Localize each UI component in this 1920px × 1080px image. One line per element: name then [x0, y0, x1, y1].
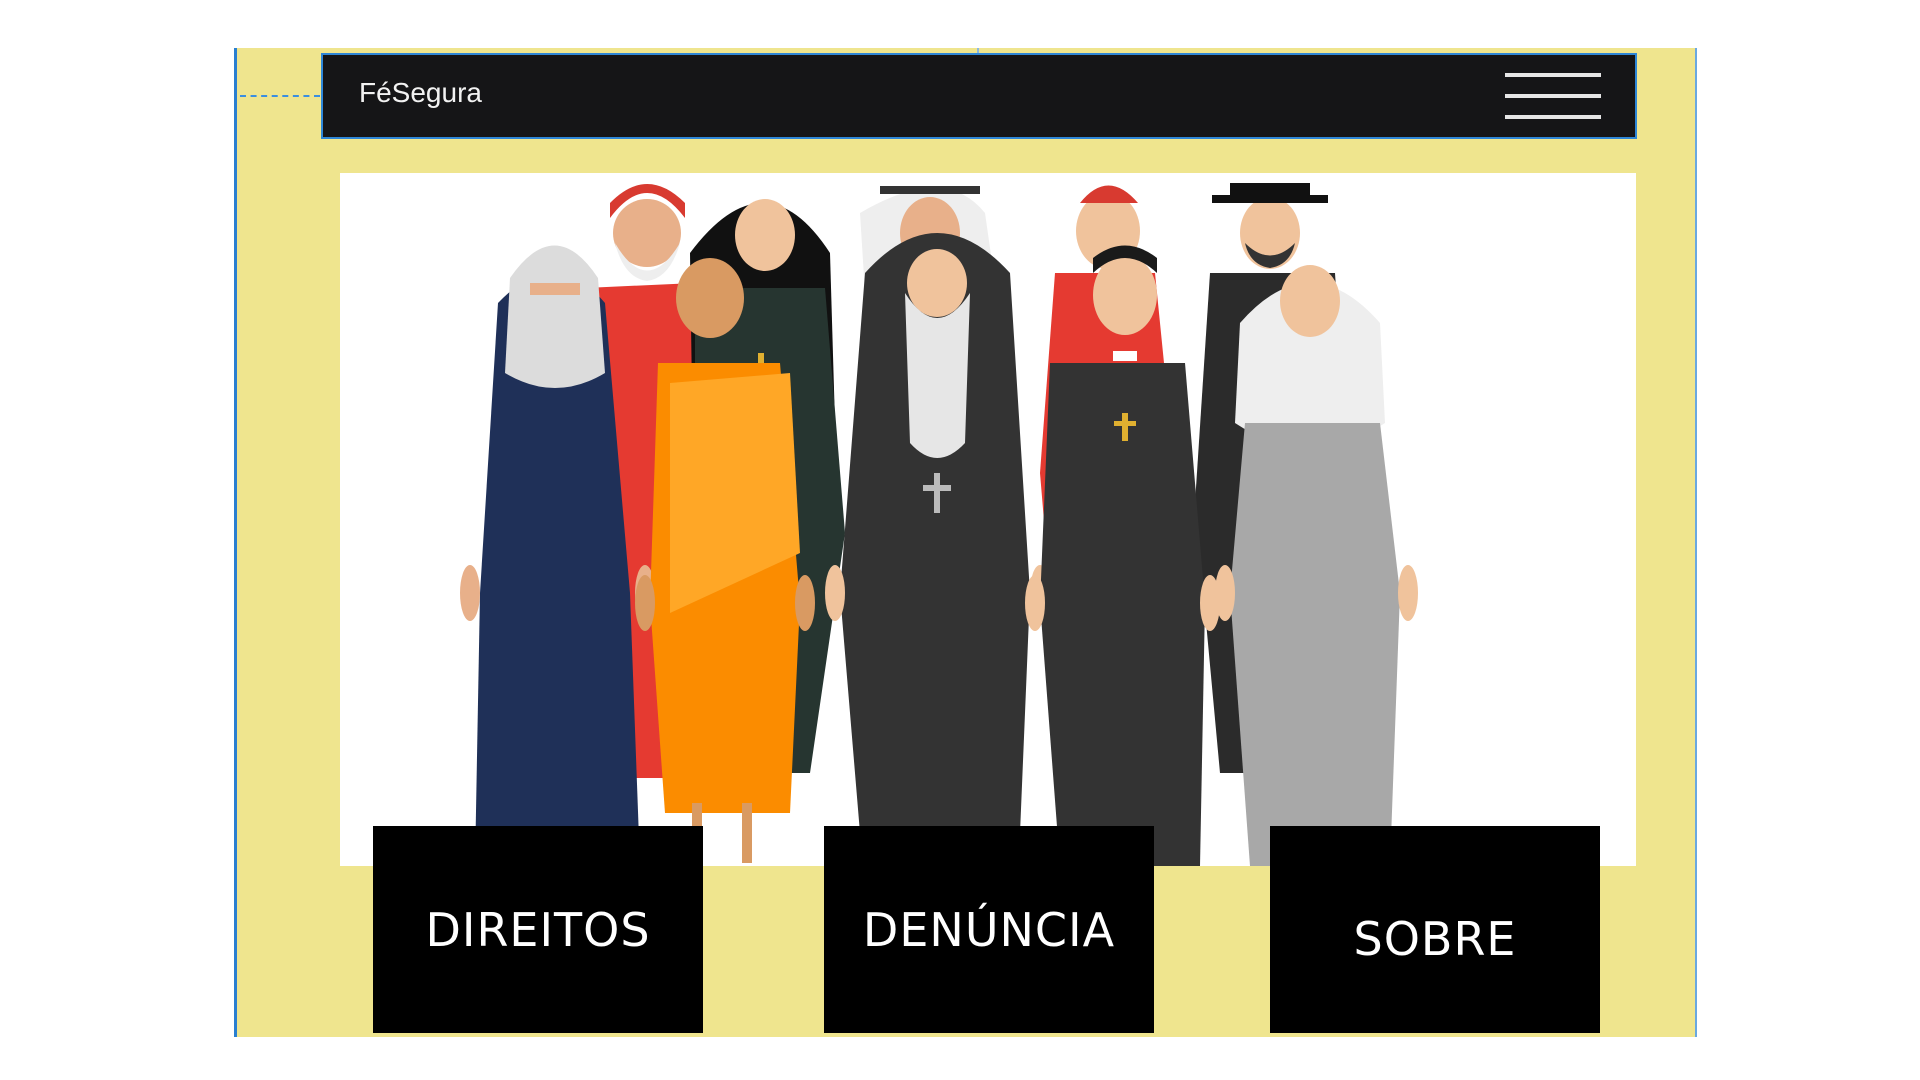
layout-guide	[240, 95, 320, 97]
religious-people-group-illustration	[460, 183, 1418, 866]
navbar: FéSegura	[321, 53, 1637, 139]
tile-sobre-button[interactable]: SOBRE	[1270, 826, 1600, 1033]
brand-logo[interactable]: FéSegura	[359, 77, 482, 109]
tile-direitos-button[interactable]: DIREITOS	[373, 826, 703, 1033]
tile-denuncia-label: DENÚNCIA	[862, 902, 1116, 957]
tile-sobre-label: SOBRE	[1353, 911, 1517, 966]
figure-orthodox-priest	[825, 233, 1050, 833]
hamburger-menu-icon[interactable]	[1505, 73, 1601, 119]
tile-direitos-label: DIREITOS	[425, 902, 651, 957]
figure-hijab-woman	[1215, 265, 1418, 866]
tile-denuncia-button[interactable]: DENÚNCIA	[824, 826, 1154, 1033]
hero-image	[340, 173, 1636, 866]
